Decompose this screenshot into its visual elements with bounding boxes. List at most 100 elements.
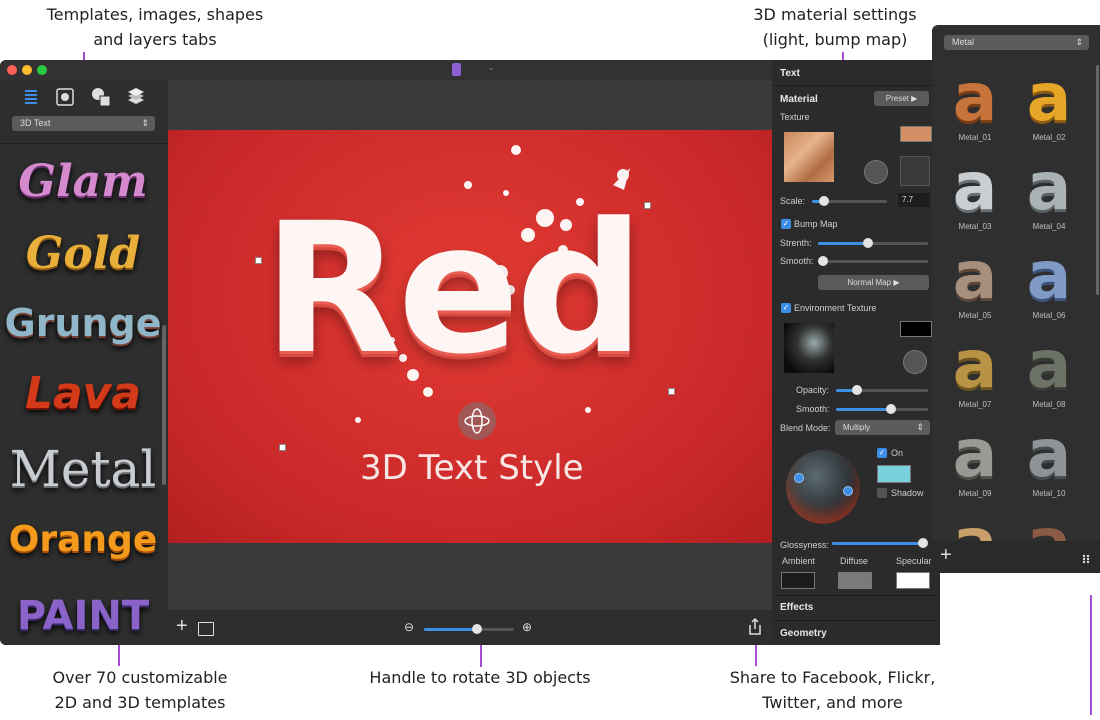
environment-thumbnail[interactable] [784,323,834,373]
annotation-share: Share to Facebook, Flickr, Twitter, and … [729,668,936,712]
template-metal[interactable]: Metal [8,438,158,500]
material-item[interactable]: a Metal_06 [1014,241,1084,327]
design-canvas[interactable]: Red 3D Text Style [168,130,772,543]
blend-mode-label: Blend Mode: [780,423,831,433]
inspector-panel: Text Material Preset ▶ Texture Scale: 7.… [772,60,940,645]
material-item[interactable]: a Metal_10 [1014,419,1084,505]
material-preview: a [1026,148,1072,225]
template-gold[interactable]: Gold [8,222,158,284]
material-item[interactable]: a Metal_05 [940,241,1010,327]
shadow-label: Shadow [891,488,924,498]
section-text-header[interactable]: Text [780,68,800,79]
material-item[interactable]: a Metal_09 [940,419,1010,505]
images-tab-icon[interactable] [54,86,76,108]
material-item[interactable]: a Metal_02 [1014,63,1084,149]
canvas-subtitle-text[interactable]: 3D Text Style [360,448,584,488]
template-grunge[interactable]: Grunge [5,292,162,354]
glossyness-slider[interactable] [832,538,928,548]
geometry-section-header[interactable]: Geometry [780,628,827,639]
template-paint[interactable]: PAINT [8,585,158,645]
app-window: ⌄ 3D Text ⇕ Glam Gold Grunge Lava Metal O… [0,60,940,645]
materials-scrollbar[interactable] [1096,65,1099,295]
template-glam[interactable]: Glam [8,150,158,212]
smooth-label: Smooth: [780,256,814,266]
environment-texture-checkbox[interactable]: ✓ [781,303,791,313]
divider [772,620,940,621]
selection-handle[interactable] [279,444,286,451]
light-direction-knob[interactable] [864,160,888,184]
scale-slider[interactable] [812,196,887,206]
annotation-material: 3D material settings (light, bump map) [753,5,917,49]
smooth-slider[interactable] [818,256,928,266]
material-item[interactable]: a Metal_07 [940,330,1010,416]
material-item-partial[interactable]: a [940,508,1010,541]
light-color-swatch[interactable] [877,465,911,483]
ambient-color-swatch[interactable] [781,572,815,589]
texture-color-swatch[interactable] [900,126,932,142]
environment-texture-label: Environment Texture [794,303,877,313]
texture-label: Texture [780,112,810,122]
selection-handle[interactable] [668,388,675,395]
material-item[interactable]: a Metal_01 [940,63,1010,149]
zoom-out-icon[interactable]: ⊖ [404,620,414,634]
opacity-slider[interactable] [836,385,928,395]
template-orange[interactable]: Orange [8,508,158,570]
template-category-dropdown[interactable]: 3D Text ⇕ [12,116,155,131]
materials-panel: Metal ⇕ a Metal_01 a Metal_02 a Metal_03 a Me… [932,25,1100,573]
material-item[interactable]: a Metal_08 [1014,330,1084,416]
material-preview: a [952,148,998,225]
share-icon[interactable] [748,617,761,635]
specular-label: Specular [896,556,932,566]
ambient-label: Ambient [782,556,816,566]
material-category-dropdown[interactable]: Metal ⇕ [944,35,1089,50]
add-icon[interactable]: + [176,616,188,636]
zoom-slider[interactable] [424,624,514,634]
preset-button[interactable]: Preset ▶ [874,91,929,106]
diffuse-color-swatch[interactable] [838,572,872,589]
chevron-down-icon[interactable]: ⌄ [488,63,495,72]
zoom-window-button[interactable] [37,65,47,75]
grid-view-icon[interactable] [1082,551,1090,569]
effects-section-header[interactable]: Effects [780,602,813,613]
minimize-window-button[interactable] [22,65,32,75]
canvas-bottom-bar: + ⊖ ⊕ [168,610,772,645]
selection-handle[interactable] [255,257,262,264]
light-on-checkbox[interactable]: ✓ [877,448,887,458]
scale-value-field[interactable]: 7.7 [898,193,930,207]
template-scrollbar[interactable] [162,325,166,485]
canvas-area: Red 3D Text Style + ⊖ ⊕ [168,80,772,645]
light-handle[interactable] [843,486,853,496]
glossyness-label: Glossyness: [780,540,830,550]
templates-tab-icon[interactable] [20,86,42,108]
add-material-icon[interactable]: + [940,545,952,565]
close-window-button[interactable] [7,65,17,75]
environment-smooth-slider[interactable] [836,404,928,414]
texture-thumbnail[interactable] [784,132,834,182]
material-item[interactable]: a Metal_04 [1014,152,1084,238]
environment-smooth-label: Smooth: [796,404,830,414]
material-preview: a [952,237,998,314]
blend-mode-dropdown[interactable]: Multiply ⇕ [835,420,930,435]
shapes-tab-icon[interactable] [90,86,112,108]
light-handle[interactable] [794,473,804,483]
layers-tab-icon[interactable] [125,86,147,108]
texture-mode-button[interactable] [900,156,930,186]
environment-rotation-knob[interactable] [903,350,927,374]
specular-color-swatch[interactable] [896,572,930,589]
shadow-checkbox[interactable] [877,488,887,498]
bump-map-checkbox[interactable]: ✓ [781,219,791,229]
environment-color-swatch[interactable] [900,321,932,337]
material-item-partial[interactable]: a [1014,508,1084,541]
divider [772,85,940,86]
templates-panel: 3D Text ⇕ Glam Gold Grunge Lava Metal Ora… [0,80,168,645]
selection-handle[interactable] [644,202,651,209]
rotate-3d-handle[interactable] [458,402,496,440]
fit-canvas-icon[interactable] [198,622,214,636]
scale-label: Scale: [780,196,806,206]
template-lava[interactable]: Lava [8,362,158,424]
material-item[interactable]: a Metal_03 [940,152,1010,238]
canvas-main-text[interactable]: Red [263,190,645,390]
zoom-in-icon[interactable]: ⊕ [522,620,532,634]
strength-slider[interactable] [818,238,928,248]
normal-map-button[interactable]: Normal Map ▶ [818,275,929,290]
